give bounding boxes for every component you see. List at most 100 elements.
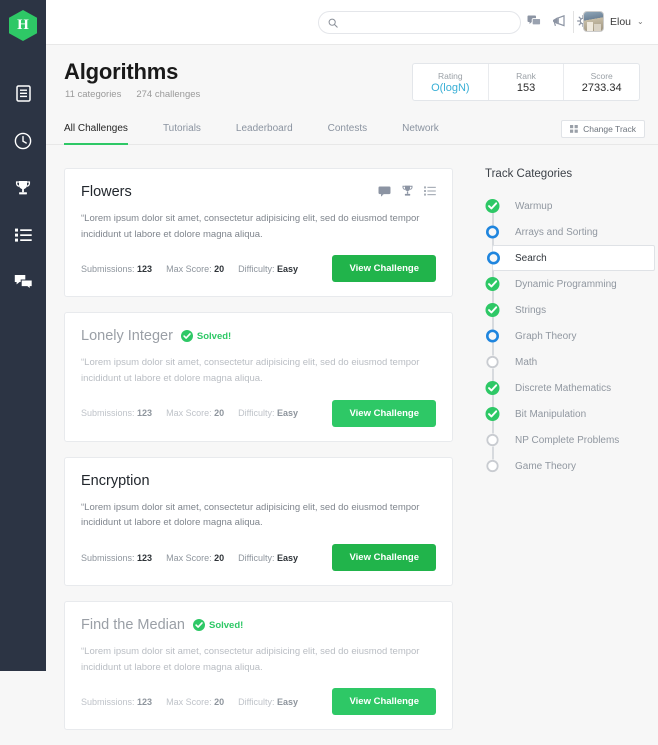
- app-logo[interactable]: H: [8, 9, 38, 42]
- empty-circle-icon: [485, 355, 500, 369]
- track-category-item[interactable]: Arrays and Sorting: [485, 219, 655, 245]
- meta-value: 20: [214, 696, 225, 707]
- track-category-item[interactable]: Warmup: [485, 193, 655, 219]
- stats-box: Rating O(logN) Rank 153 Score 2733.34: [412, 63, 640, 101]
- meta-label: Difficulty:: [238, 408, 275, 419]
- meta-label: Difficulty:: [238, 263, 275, 274]
- meta-label: Max Score:: [166, 263, 212, 274]
- tab-network[interactable]: Network: [402, 117, 439, 145]
- meta-value: Easy: [276, 408, 299, 419]
- logo-letter: H: [17, 17, 29, 33]
- top-bar: Elou ⌄: [46, 0, 658, 45]
- trophy-icon[interactable]: [402, 185, 413, 197]
- meta-label: Difficulty:: [238, 696, 275, 707]
- meta-label: Max Score:: [166, 408, 212, 419]
- meta-value: 123: [137, 552, 153, 563]
- track-category-item[interactable]: Game Theory: [485, 453, 655, 479]
- challenge-title: Lonely Integer: [81, 328, 173, 345]
- meta-max-score: Max Score: 20: [166, 408, 224, 418]
- categories-count: 11 categories: [65, 89, 122, 100]
- meta-submissions: Submissions: 123: [81, 697, 152, 707]
- challenge-title: Encryption: [81, 472, 150, 489]
- solved-label: Solved!: [196, 330, 232, 342]
- stat-label: Rating: [438, 70, 463, 81]
- sidebar-item-discussions[interactable]: [0, 258, 46, 305]
- meta-label: Submissions:: [81, 552, 135, 563]
- track-categories-panel: Track Categories Warmup Arrays and Sortin…: [485, 168, 655, 479]
- challenge-card[interactable]: Encryption “Lorem ipsum dolor sit amet, …: [64, 456, 453, 587]
- challenge-meta: Submissions: 123 Max Score: 20 Difficult…: [81, 264, 298, 274]
- meta-value: 20: [214, 552, 225, 563]
- chat-icon[interactable]: [527, 15, 541, 27]
- tab-tutorials[interactable]: Tutorials: [163, 117, 201, 145]
- track-category-item[interactable]: Dynamic Programming: [485, 271, 655, 297]
- tabs-row: All Challenges Tutorials Leaderboard Con…: [46, 117, 658, 145]
- check-circle-icon: [180, 330, 193, 343]
- challenge-card[interactable]: Find the Median Solved! “Lorem ipsum dol…: [64, 601, 453, 731]
- track-category-item[interactable]: Math: [485, 349, 655, 375]
- global-search[interactable]: [318, 11, 521, 34]
- meta-submissions: Submissions: 123: [81, 553, 152, 563]
- view-challenge-button[interactable]: View Challenge: [332, 399, 436, 427]
- solved-label: Solved!: [208, 619, 244, 631]
- meta-value: Easy: [276, 552, 299, 563]
- chat-icon[interactable]: [378, 186, 391, 197]
- meta-value: 123: [137, 263, 153, 274]
- track-category-item[interactable]: NP Complete Problems: [485, 427, 655, 453]
- track-category-item[interactable]: Bit Manipulation: [485, 401, 655, 427]
- challenge-card[interactable]: Lonely Integer Solved! “Lorem ipsum dolo…: [64, 312, 453, 442]
- challenge-meta: Submissions: 123 Max Score: 20 Difficult…: [81, 408, 298, 418]
- open-circle-icon: [485, 225, 500, 239]
- sidebar-item-recent[interactable]: [0, 117, 46, 164]
- challenges-count: 274 challenges: [136, 89, 201, 100]
- card-footer: Submissions: 123 Max Score: 20 Difficult…: [81, 544, 436, 572]
- megaphone-icon[interactable]: [552, 15, 566, 27]
- sidebar-item-leaderboard[interactable]: [0, 164, 46, 211]
- change-track-button[interactable]: Change Track: [561, 120, 645, 138]
- meta-max-score: Max Score: 20: [166, 264, 224, 274]
- challenge-card[interactable]: Flowers “Lorem ipsum dolor sit amet, con…: [64, 168, 453, 298]
- sidebar-item-tracks[interactable]: [0, 211, 46, 258]
- view-challenge-button[interactable]: View Challenge: [332, 255, 436, 283]
- challenge-description: “Lorem ipsum dolor sit amet, consectetur…: [81, 213, 420, 240]
- check-circle-icon: [485, 407, 500, 421]
- check-circle-icon: [485, 381, 500, 395]
- track-category-item[interactable]: Graph Theory: [485, 323, 655, 349]
- view-challenge-button[interactable]: View Challenge: [332, 544, 436, 572]
- empty-circle-icon: [485, 433, 500, 447]
- tab-leaderboard[interactable]: Leaderboard: [236, 117, 293, 145]
- track-category-item[interactable]: Strings: [485, 297, 655, 323]
- hexagon-logo-icon: H: [9, 10, 37, 41]
- chat-bubbles-icon: [14, 274, 33, 290]
- track-category-label: Game Theory: [515, 460, 576, 472]
- tab-all-challenges[interactable]: All Challenges: [64, 117, 128, 145]
- tab-contests[interactable]: Contests: [328, 117, 367, 145]
- card-footer: Submissions: 123 Max Score: 20 Difficult…: [81, 688, 436, 716]
- page-subtitle: 11 categories 274 challenges: [65, 89, 200, 100]
- meta-value: Easy: [276, 263, 299, 274]
- meta-label: Submissions:: [81, 263, 135, 274]
- track-category-label: Strings: [515, 304, 547, 316]
- empty-circle-icon: [485, 459, 500, 473]
- track-category-item[interactable]: Search: [486, 245, 655, 271]
- clock-icon: [14, 132, 32, 149]
- document-icon: [15, 85, 31, 102]
- track-category-label: Search: [515, 252, 547, 264]
- user-menu[interactable]: Elou ⌄: [583, 11, 644, 32]
- open-circle-icon: [485, 329, 500, 343]
- tabs: All Challenges Tutorials Leaderboard Con…: [64, 117, 474, 145]
- meta-value: 123: [137, 408, 153, 419]
- sidebar-item-dashboard[interactable]: [0, 70, 46, 117]
- meta-max-score: Max Score: 20: [166, 553, 224, 563]
- track-category-label: Dynamic Programming: [515, 278, 617, 290]
- track-category-item[interactable]: Discrete Mathematics: [485, 375, 655, 401]
- card-footer: Submissions: 123 Max Score: 20 Difficult…: [81, 255, 436, 283]
- stat-value: O(logN): [431, 81, 470, 94]
- card-header: Lonely Integer Solved!: [81, 328, 436, 344]
- search-input[interactable]: [343, 17, 508, 28]
- meta-difficulty: Difficulty: Easy: [238, 697, 298, 707]
- stat-rank: Rank 153: [487, 64, 564, 100]
- list-icon[interactable]: [424, 186, 436, 196]
- card-header: Find the Median Solved!: [81, 617, 436, 633]
- view-challenge-button[interactable]: View Challenge: [332, 688, 436, 716]
